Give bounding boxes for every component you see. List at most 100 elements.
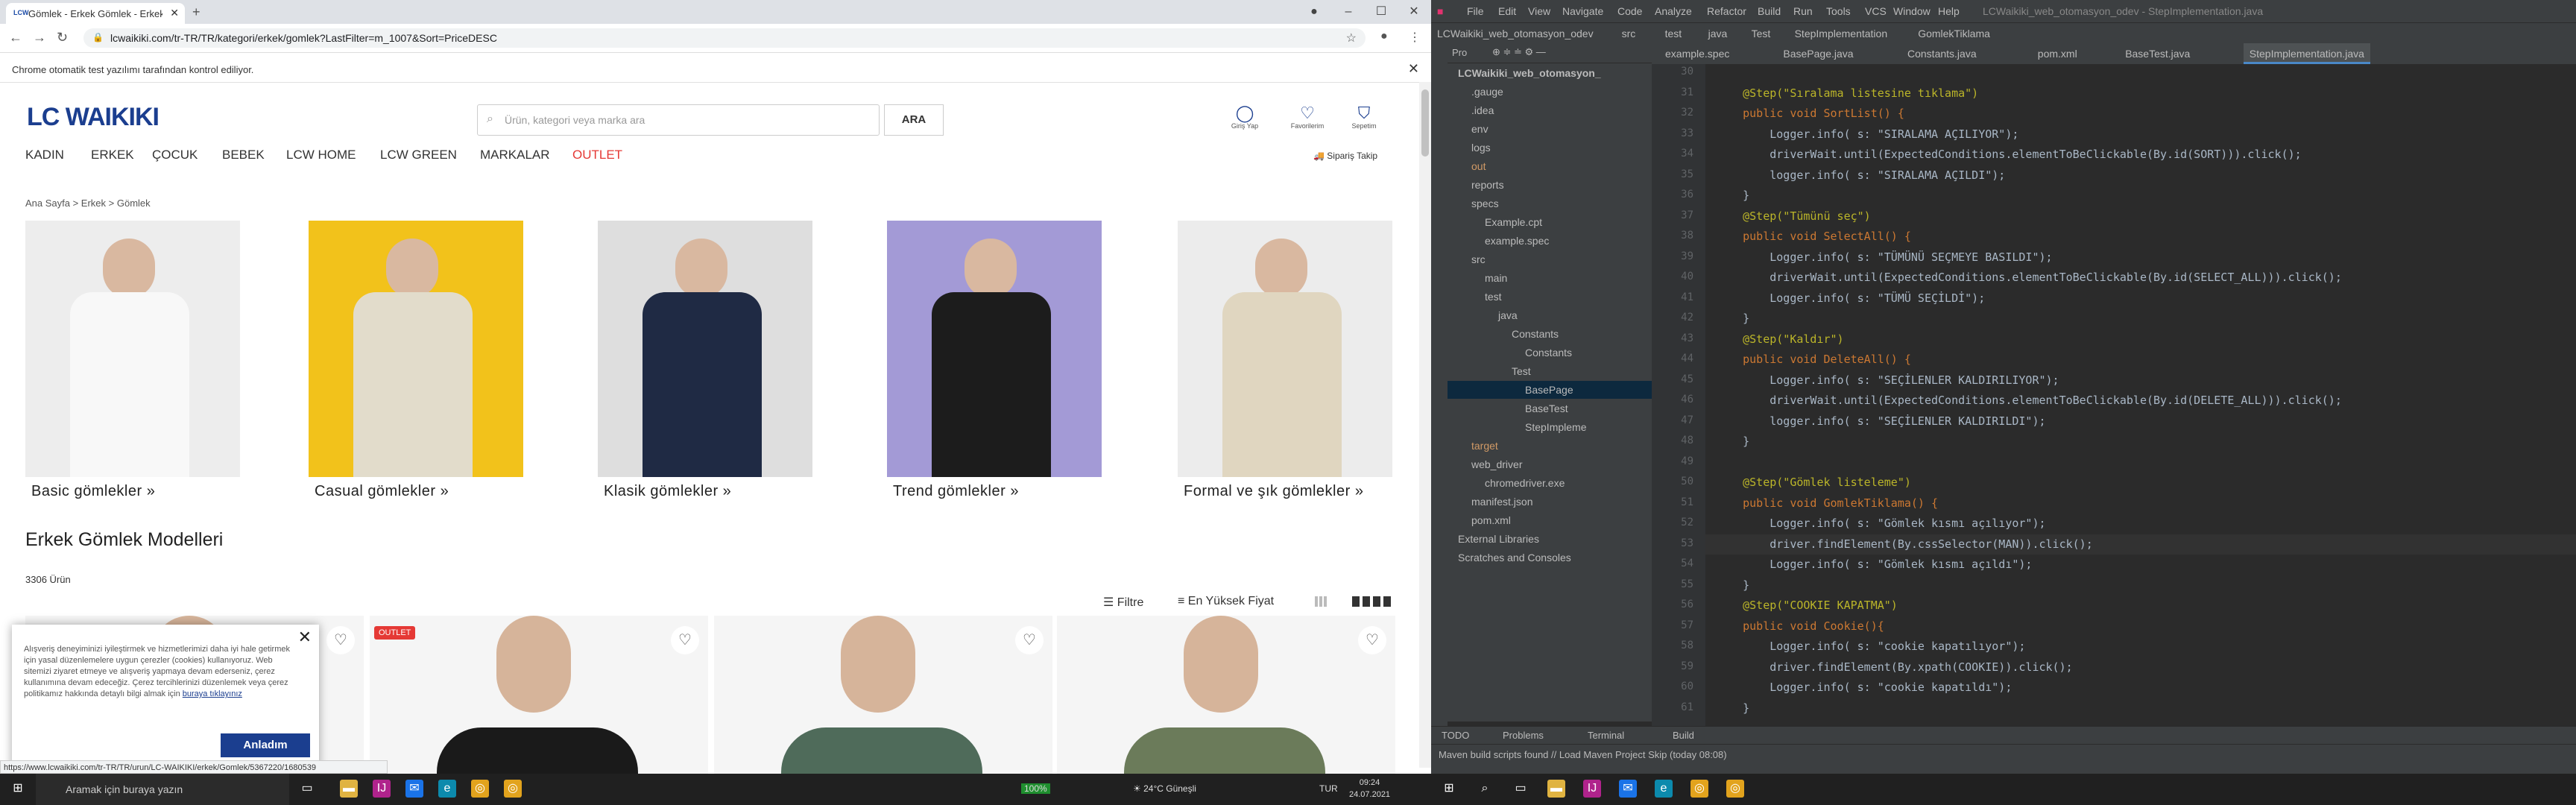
login-link[interactable]: ◯ Giriş Yap (1222, 104, 1267, 130)
editor-tab[interactable]: BaseTest.java (2119, 43, 2196, 64)
ide-breadcrumb-item[interactable]: test (1665, 28, 1682, 40)
task-view-icon-2[interactable]: ▭ (1512, 780, 1530, 798)
category-label-4[interactable]: Formal ve şık gömlekler » (1184, 483, 1363, 500)
windows-start-icon[interactable]: ⊞ (9, 780, 27, 798)
battery-indicator[interactable]: 100% (1021, 783, 1050, 794)
ide-breadcrumb-item[interactable]: java (1708, 28, 1728, 40)
cookie-close-icon[interactable]: ✕ (298, 628, 312, 647)
favorites-link[interactable]: ♡ Favorilerim (1285, 104, 1330, 130)
editor-tab[interactable]: example.spec (1659, 43, 1735, 64)
ide-menu-window[interactable]: Window (1893, 5, 1931, 17)
new-tab-icon[interactable]: + (192, 4, 201, 20)
tree-item[interactable]: main (1448, 269, 1652, 287)
edge-icon[interactable]: e (438, 780, 456, 798)
close-window-icon[interactable]: ✕ (1397, 1, 1431, 22)
favorite-heart-icon[interactable]: ♡ (671, 626, 699, 654)
back-icon[interactable]: ← (9, 30, 22, 45)
product-card[interactable]: ♡ OUTLET (370, 616, 708, 780)
mail-icon-2[interactable]: ✉ (1619, 780, 1637, 798)
tree-item[interactable]: Example.cpt (1448, 213, 1652, 231)
menu-icon[interactable]: ⋮ (1409, 30, 1421, 45)
menu-item-6[interactable]: MARKALAR (480, 148, 550, 162)
windows-start-icon-2[interactable]: ⊞ (1440, 780, 1458, 798)
category-banner-4[interactable] (1178, 221, 1392, 477)
tree-item[interactable]: pom.xml (1448, 511, 1652, 529)
chrome-active-icon[interactable]: ◎ (504, 780, 522, 798)
address-bar[interactable]: 🔒 lcwaikiki.com/tr-TR/TR/kategori/erkek/… (83, 28, 1366, 48)
edge-icon-2[interactable]: e (1655, 780, 1673, 798)
category-label-3[interactable]: Trend gömlekler » (893, 483, 1019, 500)
bookmark-star-icon[interactable]: ☆ (1346, 31, 1357, 45)
editor-tab[interactable]: BasePage.java (1777, 43, 1859, 64)
ide-menu-navigate[interactable]: Navigate (1562, 5, 1603, 17)
tree-item[interactable]: web_driver (1448, 455, 1652, 473)
site-logo[interactable]: LC WAIKIKI (27, 103, 160, 132)
tree-item[interactable]: BaseTest (1448, 400, 1652, 417)
product-card[interactable]: ♡ (1057, 616, 1395, 780)
tree-item[interactable]: out (1448, 157, 1652, 175)
tree-item[interactable]: Test (1448, 362, 1652, 380)
chrome-icon[interactable]: ◎ (471, 780, 489, 798)
code-editor[interactable]: @Step("Sıralama listesine tıklama") publ… (1705, 64, 2576, 726)
ide-breadcrumb-item[interactable]: StepImplementation (1795, 28, 1888, 40)
profile-icon[interactable]: ● (1380, 30, 1388, 43)
page-scrollbar[interactable] (1419, 82, 1431, 768)
browser-tab[interactable]: LCW Gömlek - Erkek Gömlek - Erkek Gi... … (6, 3, 185, 24)
order-tracking-link[interactable]: 🚚 Sipariş Takip (1313, 151, 1377, 161)
forward-icon[interactable]: → (33, 30, 46, 45)
ide-menu-refactor[interactable]: Refactor (1707, 5, 1746, 17)
grid-4-icon[interactable] (1352, 596, 1391, 607)
filter-button[interactable]: ☰ Filtre (1103, 595, 1143, 610)
ide-menu-build[interactable]: Build (1758, 5, 1781, 17)
tree-item[interactable]: java (1448, 306, 1652, 324)
tree-item[interactable]: target (1448, 437, 1652, 455)
menu-item-3[interactable]: BEBEK (222, 148, 265, 162)
category-label-1[interactable]: Casual gömlekler » (315, 483, 449, 500)
chrome-icon-2[interactable]: ◎ (1690, 780, 1708, 798)
tree-item[interactable]: manifest.json (1448, 493, 1652, 511)
editor-tab[interactable]: pom.xml (2032, 43, 2083, 64)
ide-menu-vcs[interactable]: VCS (1865, 5, 1887, 17)
category-banner-1[interactable] (309, 221, 523, 477)
search-input[interactable]: ⌕ Ürün, kategori veya marka ara (477, 104, 880, 136)
weather-widget[interactable]: ☀ 24°C Güneşli (1133, 783, 1196, 794)
tree-item[interactable]: reports (1448, 176, 1652, 194)
tree-item[interactable]: chromedriver.exe (1448, 474, 1652, 492)
ide-menu-code[interactable]: Code (1617, 5, 1642, 17)
taskbar-clock[interactable]: 09:24 24.07.2021 (1349, 777, 1390, 801)
chrome-active-icon-2[interactable]: ◎ (1726, 780, 1744, 798)
minimize-icon[interactable]: – (1331, 1, 1366, 22)
project-dropdown[interactable]: Pro (1452, 47, 1467, 58)
category-banner-0[interactable] (25, 221, 240, 477)
taskbar-search[interactable]: Aramak için buraya yazın (36, 774, 289, 805)
favorite-heart-icon[interactable]: ♡ (1015, 626, 1044, 654)
favorite-heart-icon[interactable]: ♡ (326, 626, 355, 654)
grid-3-icon[interactable] (1315, 596, 1327, 607)
tool-tab[interactable]: Terminal (1588, 730, 1624, 741)
ide-menu-tools[interactable]: Tools (1826, 5, 1851, 17)
ide-breadcrumb-item[interactable]: LCWaikiki_web_otomasyon_odev (1437, 28, 1594, 40)
ide-menu-help[interactable]: Help (1938, 5, 1960, 17)
maximize-icon[interactable]: ☐ (1364, 1, 1398, 22)
menu-item-4[interactable]: LCW HOME (286, 148, 356, 162)
file-explorer-icon-2[interactable]: ▬ (1547, 780, 1565, 798)
scrollbar-thumb[interactable] (1421, 89, 1429, 157)
tree-item[interactable]: .gauge (1448, 83, 1652, 101)
tab-close-icon[interactable]: ✕ (170, 7, 179, 19)
menu-item-1[interactable]: ERKEK (91, 148, 134, 162)
menu-item-5[interactable]: LCW GREEN (380, 148, 457, 162)
mail-icon[interactable]: ✉ (405, 780, 423, 798)
menu-item-2[interactable]: ÇOCUK (152, 148, 198, 162)
language-indicator[interactable]: TUR (1319, 783, 1338, 794)
infobar-close-icon[interactable]: ✕ (1408, 61, 1419, 77)
ide-breadcrumb-item[interactable]: Test (1752, 28, 1771, 40)
category-label-2[interactable]: Klasik gömlekler » (604, 483, 731, 500)
tool-tab[interactable]: TODO (1442, 730, 1469, 741)
editor-tab[interactable]: Constants.java (1901, 43, 1983, 64)
favorite-heart-icon[interactable]: ♡ (1358, 626, 1386, 654)
tree-item[interactable]: logs (1448, 139, 1652, 157)
ide-menu-edit[interactable]: Edit (1498, 5, 1516, 17)
tree-item[interactable]: src (1448, 250, 1652, 268)
ide-menu-view[interactable]: View (1528, 5, 1550, 17)
search-icon-2[interactable]: ⌕ (1476, 780, 1494, 798)
